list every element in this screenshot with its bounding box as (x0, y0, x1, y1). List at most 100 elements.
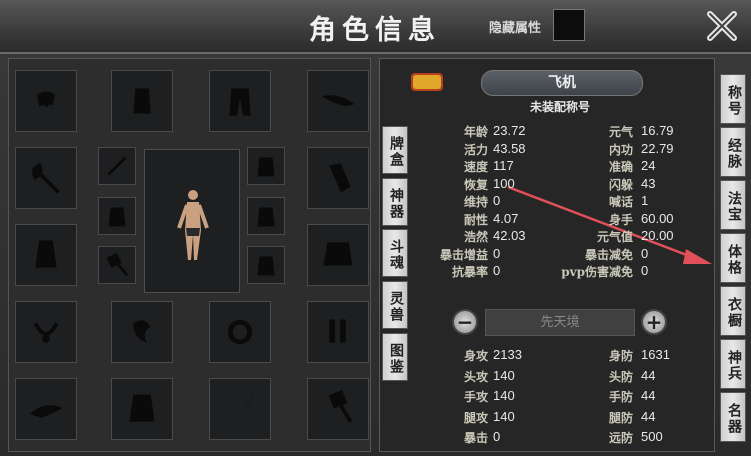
equip-slot-armor-2[interactable] (111, 378, 173, 440)
tab-meridian[interactable]: 经脉 (720, 127, 746, 177)
robe-icon (108, 207, 126, 227)
pants-icon (229, 88, 251, 116)
equip-slot-pendant[interactable] (111, 301, 173, 363)
stat-value: 43.58 (493, 140, 526, 156)
equip-slot-robe[interactable] (98, 197, 136, 235)
stat-label: 身防 (608, 349, 633, 363)
equip-slot-hat[interactable] (307, 70, 369, 132)
stat-label: 身攻 (463, 349, 488, 363)
equip-slot-armor[interactable] (111, 70, 173, 132)
shoes-icon (329, 319, 346, 343)
close-button[interactable] (702, 6, 742, 46)
tab-spirit-beast[interactable]: 灵兽 (382, 281, 408, 329)
stat-value: 16.79 (641, 123, 674, 138)
stat-value: 100 (493, 175, 515, 191)
stat-value: 0 (641, 263, 649, 278)
title-status: 未装配称号 (529, 100, 590, 114)
stat-label: 喊话 (608, 195, 633, 209)
equip-slot-vest-3[interactable] (247, 246, 285, 284)
hammer-icon (106, 252, 129, 277)
tab-famous-weapon[interactable]: 名器 (720, 392, 746, 442)
stat-value: 117 (493, 158, 514, 173)
stat-value: 4.07 (493, 210, 519, 226)
tab-title[interactable]: 称号 (720, 74, 746, 124)
stat-value: 44 (641, 388, 656, 403)
stat-label: 头防 (608, 369, 633, 384)
equip-slot-vest-2[interactable] (247, 197, 285, 235)
stat-label: 元气 (608, 125, 633, 139)
hat-icon (321, 95, 355, 106)
shirt-icon (35, 240, 57, 268)
tab-illustrated[interactable]: 图鉴 (382, 333, 408, 381)
character-portrait (144, 149, 240, 293)
equip-slot-blade[interactable] (209, 378, 271, 440)
equip-slot-hammer-2[interactable] (307, 378, 369, 440)
title-bar: 角色信息 隐藏属性 (0, 0, 751, 54)
necklace-icon (33, 322, 59, 343)
character-name: 飞机 (481, 70, 643, 96)
stat-value: 0 (493, 263, 501, 278)
stat-label: 抗暴率 (451, 265, 488, 279)
tab-wardrobe[interactable]: 衣橱 (720, 286, 746, 336)
stat-label: 闪躲 (608, 177, 633, 192)
vip-badge-icon (411, 73, 443, 91)
stat-label: 耐性 (463, 212, 488, 227)
armor-icon (129, 394, 155, 422)
equip-slot-vest[interactable] (247, 147, 285, 185)
stat-label: 内功 (608, 142, 633, 157)
stat-value: 22.79 (641, 140, 674, 156)
tab-treasure[interactable]: 法宝 (720, 180, 746, 230)
equip-slot-cloak[interactable] (15, 378, 77, 440)
equip-slot-shirt[interactable] (15, 224, 77, 286)
equip-slot-pants[interactable] (209, 70, 271, 132)
stat-value: 0 (641, 245, 649, 261)
stat-label: 腿攻 (463, 410, 488, 425)
tab-card-box[interactable]: 牌盒 (382, 126, 408, 174)
equip-slot-boots[interactable] (307, 147, 369, 209)
window-title: 角色信息 (309, 15, 441, 46)
stat-label: 浩然 (463, 230, 488, 244)
equip-slot-shoes[interactable] (307, 301, 369, 363)
realm-increase-button[interactable]: + (641, 309, 667, 335)
stick-icon (107, 156, 127, 176)
cloak-icon (29, 405, 63, 418)
equip-slot-hammer[interactable] (98, 246, 136, 284)
realm-label: 先天境 (485, 309, 635, 336)
tab-artifact[interactable]: 神器 (382, 178, 408, 226)
stat-label: 暴击减免 (584, 247, 633, 262)
stat-value: 43 (641, 175, 656, 191)
tab-divine-weapon[interactable]: 神兵 (720, 339, 746, 389)
stat-value: 60.00 (641, 210, 674, 226)
stat-label: 腿防 (608, 410, 633, 425)
equip-slot-axe[interactable] (15, 147, 77, 209)
stat-value: 2133 (493, 347, 522, 362)
equip-slot-hair[interactable] (15, 70, 77, 132)
equip-slot-necklace[interactable] (15, 301, 77, 363)
stat-label: 远防 (608, 431, 633, 445)
stat-label: 暴击 (463, 431, 488, 445)
stat-label: 手攻 (463, 390, 488, 404)
tab-fight-soul[interactable]: 斗魂 (382, 229, 408, 277)
realm-decrease-button[interactable]: − (452, 309, 478, 335)
stat-label: 头攻 (463, 369, 488, 384)
hair-icon (37, 91, 55, 108)
stat-value: 23.72 (493, 123, 526, 138)
hide-attributes-checkbox[interactable] (553, 9, 585, 41)
pendant-icon (133, 320, 151, 343)
stat-label: 速度 (463, 160, 488, 174)
stat-label: 维持 (463, 195, 488, 209)
stat-label: 手防 (608, 390, 633, 404)
stat-value: 44 (641, 408, 656, 424)
equip-slot-ring[interactable] (209, 301, 271, 363)
stat-label: pvp伤害减免 (561, 265, 633, 279)
equip-slot-coat[interactable] (307, 224, 369, 286)
coat-icon (323, 242, 353, 266)
stat-value: 42.03 (493, 228, 526, 243)
hammer-icon (328, 390, 353, 423)
stat-value: 0 (493, 193, 501, 208)
character-figure-icon (177, 190, 209, 260)
equip-slot-stick[interactable] (98, 147, 136, 185)
stat-label: 暴击增益 (439, 247, 488, 262)
tab-physique[interactable]: 体格 (720, 233, 746, 283)
stat-value: 20.00 (641, 228, 674, 243)
